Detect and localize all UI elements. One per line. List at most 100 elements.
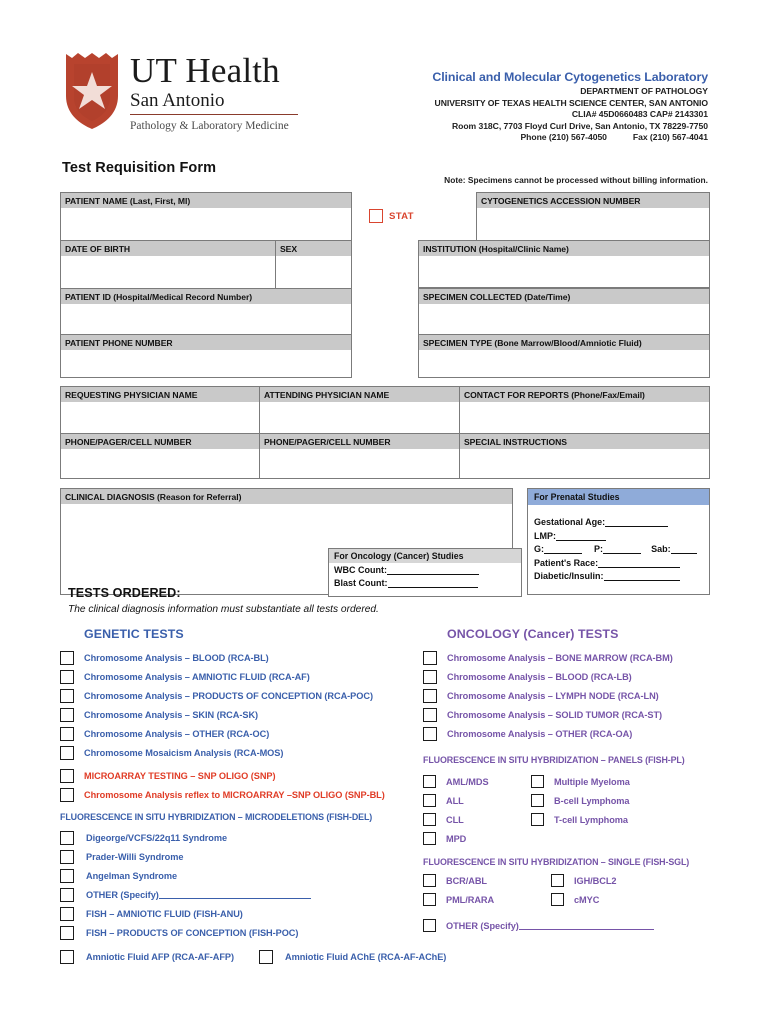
checkbox-multiple-myeloma[interactable]: [531, 775, 544, 788]
fish-del-other-input[interactable]: [158, 890, 311, 899]
gestational-age-input[interactable]: [605, 516, 669, 527]
patient-race-row[interactable]: Patient's Race:: [534, 557, 703, 571]
field-phone-pager-requesting[interactable]: PHONE/PAGER/CELL NUMBER: [60, 433, 260, 479]
wbc-count-input[interactable]: [386, 564, 479, 575]
fish-sgl-other-input[interactable]: [518, 921, 654, 930]
checkbox-cll[interactable]: [423, 813, 436, 826]
checkbox-row-all[interactable]: ALL: [423, 794, 464, 807]
field-requesting-physician[interactable]: REQUESTING PHYSICIAN NAME: [60, 386, 260, 434]
checkbox-aml-mds[interactable]: [423, 775, 436, 788]
checkbox-row-mpd[interactable]: MPD: [423, 832, 466, 845]
checkbox-row-cmyc[interactable]: cMYC: [551, 893, 599, 906]
field-attending-physician[interactable]: ATTENDING PHYSICIAN NAME: [259, 386, 460, 434]
checkbox-row-rca-af[interactable]: Chromosome Analysis – AMNIOTIC FLUID (RC…: [60, 670, 310, 684]
para-input[interactable]: [603, 543, 642, 555]
checkbox-amniotic-ache[interactable]: [259, 950, 273, 964]
field-sex-input[interactable]: [276, 256, 351, 289]
field-attending-physician-input[interactable]: [260, 402, 459, 433]
field-phone-pager-requesting-input[interactable]: [61, 449, 259, 478]
field-accession-number[interactable]: CYTOGENETICS ACCESSION NUMBER: [476, 192, 710, 242]
checkbox-rca-poc[interactable]: [60, 689, 74, 703]
checkbox-prader-willi[interactable]: [60, 850, 74, 864]
checkbox-row-bcr-abl[interactable]: BCR/ABL: [423, 874, 487, 887]
checkbox-row-rca-bl[interactable]: Chromosome Analysis – BLOOD (RCA-BL): [60, 651, 269, 665]
checkbox-cmyc[interactable]: [551, 893, 564, 906]
blast-count-row[interactable]: Blast Count:: [334, 577, 516, 590]
checkbox-rca-oa[interactable]: [423, 727, 437, 741]
checkbox-rca-st[interactable]: [423, 708, 437, 722]
checkbox-row-rca-ln[interactable]: Chromosome Analysis – LYMPH NODE (RCA-LN…: [423, 689, 659, 703]
field-phone-pager-attending-input[interactable]: [260, 449, 459, 478]
checkbox-row-prader-willi[interactable]: Prader-Willi Syndrome: [60, 850, 183, 864]
checkbox-row-snp[interactable]: MICROARRAY TESTING – SNP OLIGO (SNP): [60, 769, 276, 783]
checkbox-row-fish-sgl-other[interactable]: OTHER (Specify): [423, 919, 654, 932]
wbc-count-row[interactable]: WBC Count:: [334, 564, 516, 577]
field-patient-name-input[interactable]: [61, 208, 351, 241]
field-specimen-collected-input[interactable]: [419, 304, 709, 335]
checkbox-row-pml-rara[interactable]: PML/RARA: [423, 893, 494, 906]
checkbox-rca-sk[interactable]: [60, 708, 74, 722]
field-specimen-type-input[interactable]: [419, 350, 709, 377]
field-requesting-physician-input[interactable]: [61, 402, 259, 433]
field-patient-id-input[interactable]: [61, 304, 351, 335]
gravida-input[interactable]: [544, 543, 582, 555]
checkbox-row-rca-lb[interactable]: Chromosome Analysis – BLOOD (RCA-LB): [423, 670, 632, 684]
checkbox-fish-poc[interactable]: [60, 926, 74, 940]
checkbox-bcr-abl[interactable]: [423, 874, 436, 887]
checkbox-row-rca-st[interactable]: Chromosome Analysis – SOLID TUMOR (RCA-S…: [423, 708, 662, 722]
checkbox-row-snp-bl[interactable]: Chromosome Analysis reflex to MICROARRAY…: [60, 788, 385, 802]
checkbox-rca-oc[interactable]: [60, 727, 74, 741]
checkbox-rca-bl[interactable]: [60, 651, 74, 665]
checkbox-all[interactable]: [423, 794, 436, 807]
lmp-row[interactable]: LMP:: [534, 530, 703, 544]
checkbox-row-igh-bcl2[interactable]: IGH/BCL2: [551, 874, 617, 887]
checkbox-b-cell-lymphoma[interactable]: [531, 794, 544, 807]
field-institution[interactable]: INSTITUTION (Hospital/Clinic Name): [418, 240, 710, 288]
checkbox-t-cell-lymphoma[interactable]: [531, 813, 544, 826]
field-patient-phone-input[interactable]: [61, 350, 351, 377]
prenatal-studies-box[interactable]: For Prenatal Studies Gestational Age: LM…: [527, 488, 710, 595]
stat-option[interactable]: STAT: [369, 209, 414, 223]
field-special-instructions[interactable]: SPECIAL INSTRUCTIONS: [459, 433, 710, 479]
checkbox-row-multiple-myeloma[interactable]: Multiple Myeloma: [531, 775, 630, 788]
checkbox-rca-bm[interactable]: [423, 651, 437, 665]
checkbox-rca-ln[interactable]: [423, 689, 437, 703]
checkbox-digeorge[interactable]: [60, 831, 74, 845]
field-contact-for-reports-input[interactable]: [460, 402, 709, 433]
blast-count-input[interactable]: [387, 577, 478, 589]
checkbox-fish-del-other[interactable]: [60, 888, 74, 902]
gravida-para-sab-row[interactable]: G: P: Sab:: [534, 543, 703, 557]
lmp-input[interactable]: [556, 530, 606, 541]
checkbox-row-amniotic-ache[interactable]: Amniotic Fluid AChE (RCA-AF-AChE): [259, 950, 446, 964]
checkbox-row-digeorge[interactable]: Digeorge/VCFS/22q11 Syndrome: [60, 831, 227, 845]
field-specimen-collected[interactable]: SPECIMEN COLLECTED (Date/Time): [418, 288, 710, 336]
diabetic-insulin-input[interactable]: [603, 570, 680, 582]
field-patient-name[interactable]: PATIENT NAME (Last, First, MI): [60, 192, 352, 242]
field-phone-pager-attending[interactable]: PHONE/PAGER/CELL NUMBER: [259, 433, 460, 479]
checkbox-row-fish-anu[interactable]: FISH – AMNIOTIC FLUID (FISH-ANU): [60, 907, 243, 921]
field-institution-input[interactable]: [419, 256, 709, 287]
checkbox-row-rca-poc[interactable]: Chromosome Analysis – PRODUCTS OF CONCEP…: [60, 689, 373, 703]
field-sex[interactable]: SEX: [275, 240, 352, 290]
checkbox-row-aml-mds[interactable]: AML/MDS: [423, 775, 489, 788]
checkbox-row-rca-mos[interactable]: Chromosome Mosaicism Analysis (RCA-MOS): [60, 746, 283, 760]
checkbox-row-rca-bm[interactable]: Chromosome Analysis – BONE MARROW (RCA-B…: [423, 651, 673, 665]
checkbox-fish-anu[interactable]: [60, 907, 74, 921]
field-contact-for-reports[interactable]: CONTACT FOR REPORTS (Phone/Fax/Email): [459, 386, 710, 434]
patient-race-input[interactable]: [598, 557, 681, 568]
checkbox-amniotic-afp[interactable]: [60, 950, 74, 964]
checkbox-mpd[interactable]: [423, 832, 436, 845]
checkbox-snp[interactable]: [60, 769, 74, 783]
checkbox-rca-lb[interactable]: [423, 670, 437, 684]
checkbox-row-amniotic-afp[interactable]: Amniotic Fluid AFP (RCA-AF-AFP): [60, 950, 234, 964]
checkbox-row-fish-poc[interactable]: FISH – PRODUCTS OF CONCEPTION (FISH-POC): [60, 926, 298, 940]
checkbox-snp-bl[interactable]: [60, 788, 74, 802]
checkbox-igh-bcl2[interactable]: [551, 874, 564, 887]
checkbox-rca-mos[interactable]: [60, 746, 74, 760]
diabetic-insulin-row[interactable]: Diabetic/Insulin:: [534, 570, 703, 584]
checkbox-rca-af[interactable]: [60, 670, 74, 684]
field-patient-id[interactable]: PATIENT ID (Hospital/Medical Record Numb…: [60, 288, 352, 336]
field-date-of-birth[interactable]: DATE OF BIRTH: [60, 240, 276, 290]
checkbox-row-t-cell-lymphoma[interactable]: T-cell Lymphoma: [531, 813, 628, 826]
field-accession-number-input[interactable]: [477, 208, 709, 241]
